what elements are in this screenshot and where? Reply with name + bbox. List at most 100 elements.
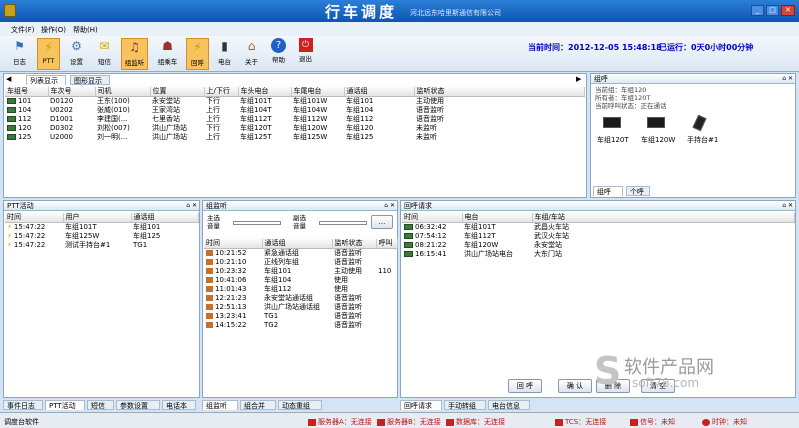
handheld-radio-icon[interactable] — [692, 114, 707, 132]
table-row[interactable]: 112 D1001 李建国(... 七里香站 上行 车组112T 车组112W 车组112 语音… — [5, 115, 585, 124]
tab-dynamic-regroup[interactable]: 动态重组 — [278, 400, 322, 410]
table-row[interactable]: 101 D0120 王东(100) 永安堂站 下行 车组101T 车组101W 车组101 主动… — [5, 97, 585, 107]
tab-group-merge[interactable]: 组合并 — [240, 400, 276, 410]
minimize-button[interactable]: _ — [751, 5, 764, 16]
menu-file[interactable]: 文件(F) — [11, 25, 35, 35]
col-header[interactable]: 监听状态 — [414, 87, 585, 97]
tab-ptt-activity[interactable]: PTT活动 — [45, 400, 85, 410]
table-row[interactable]: ⚡ 15:47:22 车组125W 车组125 — [5, 232, 199, 241]
settings-button[interactable]: ⚙ 设置 — [65, 38, 88, 70]
col-header[interactable]: 车组/车站 — [532, 213, 795, 223]
table-row[interactable]: 12:51:13 洪山广场站通话组 语音监听 — [204, 303, 398, 312]
maximize-button[interactable]: □ — [766, 5, 779, 16]
table-row[interactable]: ⚡ 15:47:22 车组101T 车组101 — [5, 223, 199, 233]
table-row[interactable]: 12:21:23 永安堂站通话组 语音监听 — [204, 294, 398, 303]
col-header[interactable]: 呼叫 — [376, 239, 398, 249]
log-button[interactable]: ⚑ 日志 — [8, 38, 31, 70]
table-cell: TG2 — [264, 321, 279, 329]
table-row[interactable]: 16:15:41 洪山广场站电台 大东门站 — [402, 250, 795, 259]
tab-manual-transfer[interactable]: 手动转组 — [444, 400, 486, 410]
table-row[interactable]: 125 U2000 刘一明(... 洪山广场站 上行 车组125T 车组125W 车组125 未… — [5, 133, 585, 142]
tab-event-log[interactable]: 事件日志 — [3, 400, 43, 410]
tab-sms[interactable]: 短信 — [87, 400, 114, 410]
menu-help[interactable]: 帮助(H) — [73, 25, 98, 35]
close-button[interactable]: ✕ — [781, 5, 795, 16]
radio-device-icon[interactable] — [647, 117, 665, 128]
col-header[interactable]: 通话组 — [344, 87, 415, 97]
col-header[interactable]: 司机 — [95, 87, 151, 97]
tab-radio-info[interactable]: 电台信息 — [488, 400, 530, 410]
pin-icon[interactable]: ⌂ ✕ — [782, 201, 793, 211]
col-header[interactable]: 时间 — [402, 213, 463, 223]
device-label: 手持台#1 — [687, 136, 719, 144]
tab-graph-view[interactable]: 图形显示 — [70, 75, 110, 85]
scroll-right-icon[interactable]: ▶ — [576, 75, 581, 83]
scroll-left-icon[interactable]: ◀ — [6, 75, 11, 83]
radio-button[interactable]: ▮ 电台 — [213, 38, 236, 70]
more-button[interactable]: ... — [371, 215, 393, 229]
table-cell: 车组104 — [346, 106, 374, 114]
col-header[interactable]: 车次号 — [48, 87, 96, 97]
ptt-button[interactable]: ⚡ PTT — [37, 38, 60, 70]
table-row[interactable]: 104 U0202 张威(010) 王家湾站 上行 车组104T 车组104W 车组104 语音… — [5, 106, 585, 115]
table-row[interactable]: 13:23:41 TG1 语音监听 — [204, 312, 398, 321]
sub-volume-slider[interactable] — [319, 221, 367, 225]
tab-group-call[interactable]: 组呼 — [593, 186, 623, 196]
tab-phonebook[interactable]: 电话本 — [162, 400, 196, 410]
callback-button[interactable]: ⚡ 回呼 — [186, 38, 209, 70]
table-row[interactable]: 10:23:32 车组101 主动使用 110 — [204, 267, 398, 276]
radio-device-icon[interactable] — [603, 117, 621, 128]
menu-bar: 文件(F) 操作(O) 帮助(H) — [0, 22, 799, 36]
col-header[interactable]: 车组号 — [5, 87, 49, 97]
table-cell: 洪山广场站 — [152, 124, 187, 132]
table-row[interactable]: 06:32:42 车组101T 武昌火车站 — [402, 223, 795, 233]
table-row[interactable]: 10:21:10 正线列车组 语音监听 — [204, 258, 398, 267]
tab-group-monitor[interactable]: 组监听 — [202, 400, 238, 410]
col-header[interactable]: 位置 — [150, 87, 205, 97]
group-owner: 所有者：车组120T — [595, 94, 651, 102]
col-header[interactable]: 通话组 — [262, 239, 333, 249]
col-header[interactable]: 电台 — [462, 213, 533, 223]
table-row[interactable]: 08:21:22 车组120W 永安堂站 — [402, 241, 795, 250]
pin-icon[interactable]: ⌂ ✕ — [384, 201, 395, 211]
col-header[interactable]: 监听状态 — [332, 239, 377, 249]
col-header[interactable]: 上/下行 — [204, 87, 239, 97]
table-row[interactable]: 120 D0302 刘松(007) 洪山广场站 下行 车组120T 车组120W 车组120 未… — [5, 124, 585, 133]
main-volume-slider[interactable] — [233, 221, 281, 225]
col-header[interactable]: 车尾电台 — [291, 87, 345, 97]
table-row[interactable]: ⚡ 15:47:22 测试手持台#1 TG1 — [5, 241, 199, 250]
tab-parameter-settings[interactable]: 参数设置 — [116, 400, 160, 410]
pin-icon[interactable]: ⌂ ✕ — [782, 74, 793, 84]
table-cell — [376, 294, 398, 303]
group-ride-button[interactable]: ☗ 组乘车 — [154, 38, 181, 70]
tab-callback-request[interactable]: 回呼请求 — [400, 400, 442, 410]
table-row[interactable]: 10:41:06 车组104 使用 — [204, 276, 398, 285]
status-bar: 调度台软件 服务器A：无连接 服务器B：无连接 数据库：无连接 TCS：无连接 … — [0, 412, 799, 428]
table-cell: 车组125 — [133, 232, 161, 240]
table-cell: 车组104W — [293, 106, 328, 114]
table-row[interactable]: 11:01:43 车组112 使用 — [204, 285, 398, 294]
table-cell: 语音监听 — [334, 303, 362, 311]
col-header[interactable]: 通话组 — [131, 213, 199, 223]
col-header[interactable]: 用户 — [63, 213, 132, 223]
ptt-table: 时间 用户 通话组 ⚡ 15:47:22 车组101T 车组101 ⚡ 15:47:22 车… — [5, 213, 199, 250]
pin-icon[interactable]: ⌂ ✕ — [186, 201, 197, 211]
col-header[interactable]: 车头电台 — [238, 87, 292, 97]
speaker-icon — [206, 295, 213, 301]
tab-list-view[interactable]: 列表显示 — [26, 75, 66, 85]
col-header[interactable]: 时间 — [204, 239, 263, 249]
table-row[interactable]: 10:21:52 紧急通话组 语音监听 — [204, 249, 398, 259]
table-row[interactable]: 14:15:22 TG2 语音监听 — [204, 321, 398, 330]
exit-button[interactable]: ⏻ 退出 — [294, 38, 317, 70]
table-row[interactable]: 07:54:12 车组112T 武汉火车站 — [402, 232, 795, 241]
help-button[interactable]: ? 帮助 — [267, 38, 290, 70]
status-server-a: 服务器A：无连接 — [308, 417, 372, 427]
callback-button-action[interactable]: 回 呼 — [508, 379, 542, 393]
col-header[interactable]: 时间 — [5, 213, 64, 223]
about-button[interactable]: ⌂ 关于 — [240, 38, 263, 70]
menu-operation[interactable]: 操作(O) — [41, 25, 66, 35]
group-monitor-button[interactable]: ♫ 组监听 — [121, 38, 148, 70]
sms-button[interactable]: ✉ 短信 — [93, 38, 116, 70]
confirm-button[interactable]: 确 认 — [558, 379, 592, 393]
tab-individual-call[interactable]: 个呼 — [626, 186, 650, 196]
